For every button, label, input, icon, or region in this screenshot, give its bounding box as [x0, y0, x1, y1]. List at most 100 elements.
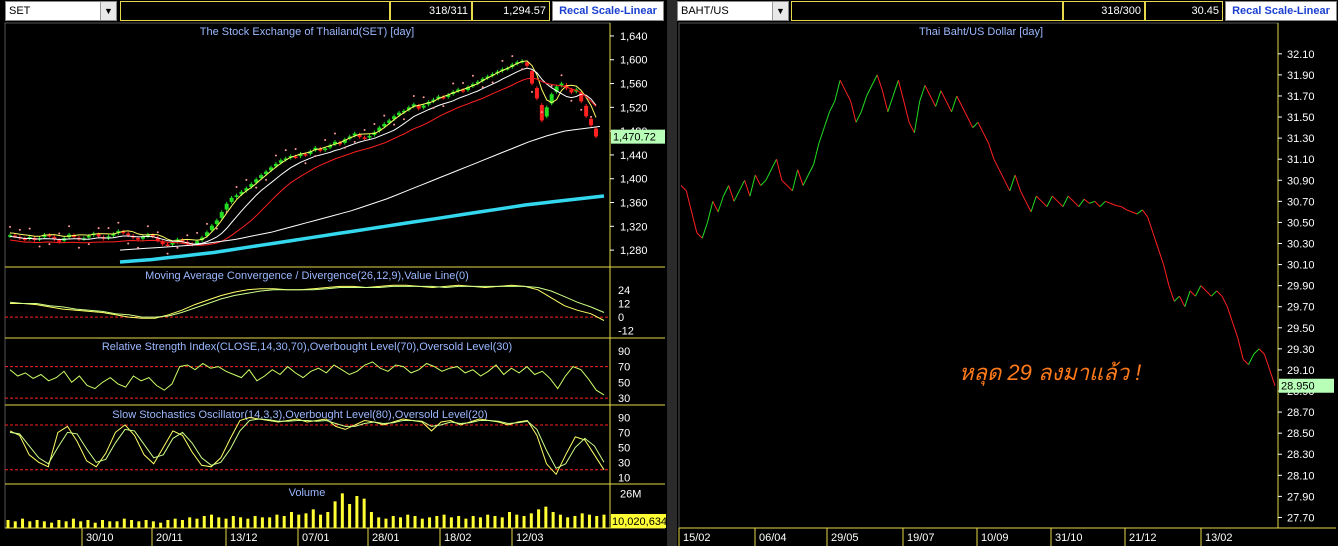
y-tick-label: 30.70 — [1287, 196, 1315, 208]
y-tick-label: 30.10 — [1287, 260, 1315, 272]
x-tick-label: 20/11 — [156, 532, 183, 544]
volume-bar — [340, 493, 344, 528]
volume-title: Volume — [289, 487, 326, 499]
fx-line-segment — [966, 116, 974, 128]
fx-line-segment — [871, 74, 878, 86]
volume-bar — [413, 516, 417, 528]
fx-line-segment — [935, 90, 942, 107]
sar-dot — [481, 86, 484, 89]
fx-line-segment — [1105, 200, 1111, 204]
fx-line-segment — [1237, 338, 1244, 360]
volume-bar — [195, 518, 199, 528]
fx-line-segment — [1009, 174, 1016, 191]
y-tick-label: 24 — [618, 285, 630, 297]
sar-dot — [146, 225, 149, 228]
annotation-text: หลุด 29 ลงมาแล้ว ! — [959, 360, 1141, 386]
x-tick-label: 18/02 — [444, 532, 472, 544]
volume-bar — [311, 509, 315, 528]
volume-bar — [580, 513, 584, 528]
sar-dot — [235, 186, 238, 189]
volume-bar — [369, 512, 373, 528]
fx-line-segment — [839, 79, 846, 91]
volume-bar — [319, 514, 323, 528]
sar-dot — [127, 242, 130, 245]
y-tick-label: 90 — [618, 412, 630, 424]
volume-bar — [79, 521, 83, 528]
y-tick-label: 30 — [618, 393, 630, 405]
sar-dot — [245, 178, 248, 181]
fx-line-segment — [1200, 285, 1207, 292]
fx-line-segment — [1094, 200, 1101, 207]
fx-line-segment — [685, 190, 693, 213]
candle-body — [421, 105, 426, 108]
sar-dot — [77, 246, 80, 249]
fx-line-segment — [807, 164, 815, 176]
fx-line-segment — [770, 158, 777, 170]
fx-line-segment — [961, 106, 968, 118]
sar-dot — [402, 118, 405, 121]
rsi-title: Relative Strength Index(CLOSE,14,30,70),… — [102, 341, 512, 353]
y-tick-label: 28.10 — [1287, 470, 1315, 482]
x-tick-label: 31/10 — [1055, 532, 1083, 544]
candle-body — [303, 154, 308, 156]
y-tick-label: 28.30 — [1287, 449, 1315, 461]
sar-dot — [294, 147, 297, 150]
candle-body — [96, 234, 101, 237]
sar-dot — [511, 55, 514, 58]
fx-line-segment — [1131, 211, 1138, 215]
sar-dot — [274, 154, 277, 157]
volume-bar — [297, 514, 301, 528]
volume-bar — [224, 518, 228, 528]
sar-dot — [393, 123, 396, 126]
fx-line-segment — [733, 190, 740, 202]
fx-line-segment — [1242, 359, 1249, 366]
fx-line-segment — [797, 169, 804, 186]
volume-bar — [188, 517, 192, 528]
y-tick-label: -12 — [618, 326, 634, 338]
fx-line-segment — [1147, 216, 1154, 234]
fx-line-segment — [882, 90, 889, 112]
sar-dot — [432, 106, 435, 109]
y-tick-label: 30.50 — [1287, 217, 1315, 229]
fx-line-segment — [956, 95, 963, 107]
fx-line-segment — [712, 201, 719, 213]
fx-line-segment — [744, 180, 751, 197]
fx-line-segment — [1030, 195, 1037, 213]
fx-line-segment — [823, 111, 830, 128]
fx-line-segment — [813, 143, 820, 165]
candle-body — [569, 89, 574, 93]
plot-frame — [678, 22, 1279, 529]
sar-dot — [422, 96, 425, 99]
sar-dot — [550, 84, 553, 87]
volume-bar — [304, 513, 308, 528]
fx-line-segment — [982, 132, 990, 144]
last-value-label: 28.950 — [1281, 381, 1315, 393]
stoch-title: Slow Stochastics Oscillator(14,3,3),Over… — [112, 409, 487, 421]
fx-line-segment — [1194, 285, 1202, 297]
fx-line-segment — [691, 211, 698, 234]
x-tick-label: 28/01 — [372, 532, 400, 544]
sar-dot — [412, 95, 415, 98]
volume-last-label: 10,020,634 — [612, 516, 667, 528]
candle-body — [57, 240, 62, 242]
fx-line-segment — [722, 185, 730, 197]
candle-body — [136, 238, 141, 240]
volume-bar — [529, 513, 533, 528]
y-tick-label: 30.90 — [1287, 175, 1315, 187]
y-tick-label: 50 — [618, 442, 630, 454]
fx-line-segment — [1110, 202, 1117, 206]
sar-dot — [166, 252, 169, 255]
volume-bar — [71, 518, 75, 528]
volume-bar — [566, 517, 570, 528]
fx-line-segment — [866, 85, 873, 97]
stoch-k-line — [9, 416, 605, 476]
ma-mid-line — [9, 67, 597, 245]
x-tick-label: 15/02 — [683, 532, 711, 544]
fx-line-segment — [1184, 290, 1191, 307]
sar-dot — [186, 234, 189, 237]
volume-bar — [180, 520, 184, 528]
y-tick-label: 31.70 — [1287, 91, 1315, 103]
volume-bar — [202, 516, 206, 528]
set-panel: SET ▼ 318/311 1,294.57 Recal Scale-Linea… — [0, 0, 667, 546]
volume-bar — [6, 520, 10, 528]
